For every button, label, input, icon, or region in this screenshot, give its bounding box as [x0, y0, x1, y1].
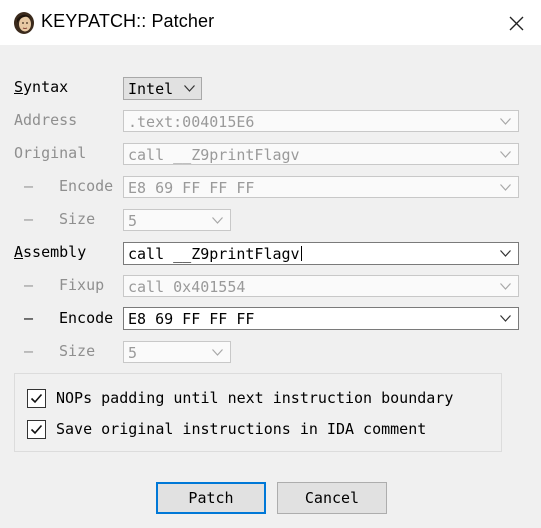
original-encode-value: E8 69 FF FF FF	[128, 179, 255, 197]
chevron-down-icon	[500, 250, 511, 257]
original-encode-dash: –	[24, 177, 34, 195]
original-size-combo: 5	[123, 209, 231, 231]
fixup-value: call 0x401554	[128, 278, 246, 296]
checkmark-icon	[30, 393, 43, 404]
chevron-down-icon	[500, 151, 511, 158]
patch-button[interactable]: Patch	[156, 482, 266, 514]
ida-app-icon	[12, 11, 36, 35]
assembly-size-label: Size	[59, 342, 96, 360]
fixup-dash: –	[24, 276, 34, 294]
original-combo: call __Z9printFlagv	[123, 143, 519, 165]
checkmark-icon	[30, 424, 43, 435]
syntax-dropdown[interactable]: Intel	[123, 77, 202, 100]
fixup-combo: call 0x401554	[123, 275, 519, 297]
original-encode-label: Encode	[59, 177, 114, 195]
close-button[interactable]	[498, 6, 534, 40]
original-size-label: Size	[59, 210, 96, 228]
assembly-encode-value: E8 69 FF FF FF	[128, 310, 255, 328]
title-bar: KEYPATCH:: Patcher	[0, 0, 541, 45]
assembly-label: Assembly	[14, 243, 87, 261]
assembly-size-dash: –	[24, 342, 34, 360]
save-original-checkbox[interactable]	[27, 420, 46, 439]
close-icon	[509, 16, 524, 31]
options-group	[14, 373, 502, 452]
window-title: KEYPATCH:: Patcher	[41, 11, 215, 31]
syntax-label: Syntax	[14, 78, 69, 96]
save-original-label: Save original instructions in IDA commen…	[56, 420, 427, 438]
original-label: Original	[14, 144, 87, 162]
address-value: .text:004015E6	[128, 113, 255, 131]
syntax-value: Intel	[128, 80, 174, 98]
nops-padding-label: NOPs padding until next instruction boun…	[56, 389, 454, 407]
chevron-down-icon	[500, 184, 511, 191]
chevron-down-icon	[500, 315, 511, 322]
chevron-down-icon	[500, 118, 511, 125]
original-size-dash: –	[24, 210, 34, 228]
assembly-value: call __Z9printFlagv	[128, 245, 302, 263]
original-value: call __Z9printFlagv	[128, 146, 300, 164]
chevron-down-icon	[212, 217, 223, 224]
assembly-size-combo: 5	[123, 341, 231, 363]
assembly-input[interactable]: call __Z9printFlagv	[123, 242, 519, 265]
original-size-value: 5	[128, 212, 138, 230]
chevron-down-icon	[212, 349, 223, 356]
address-combo: .text:004015E6	[123, 110, 519, 132]
text-caret	[300, 246, 302, 261]
address-label: Address	[14, 111, 78, 129]
assembly-size-value: 5	[128, 344, 138, 362]
assembly-encode-dash: –	[24, 309, 34, 327]
fixup-label: Fixup	[59, 276, 105, 294]
assembly-encode-label: Encode	[59, 309, 114, 327]
original-encode-combo: E8 69 FF FF FF	[123, 176, 519, 198]
nops-padding-checkbox[interactable]	[27, 389, 46, 408]
assembly-encode-combo[interactable]: E8 69 FF FF FF	[123, 307, 519, 330]
chevron-down-icon	[500, 283, 511, 290]
cancel-button[interactable]: Cancel	[277, 482, 387, 514]
chevron-down-icon	[184, 85, 195, 92]
